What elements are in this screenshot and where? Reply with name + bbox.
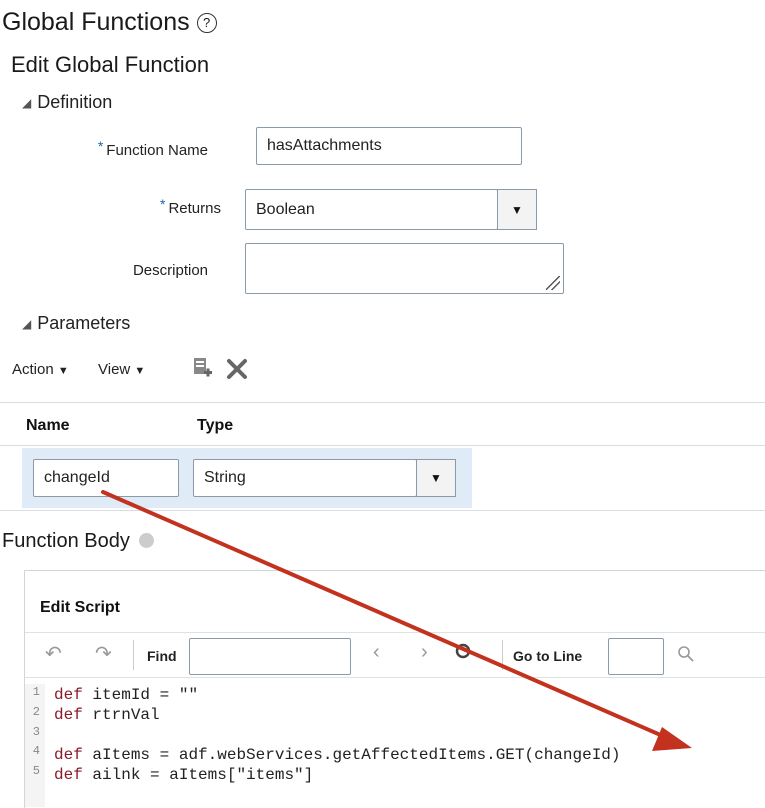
code-line[interactable]: def aItems = adf.webServices.getAffected…	[54, 746, 621, 764]
line-number: 2	[32, 705, 40, 719]
description-textarea[interactable]	[245, 243, 564, 294]
chevron-down-icon: ▼	[57, 365, 69, 377]
divider	[0, 510, 765, 511]
parameter-name-input[interactable]: changeId	[33, 459, 179, 497]
column-header-name[interactable]: Name	[26, 417, 70, 435]
find-next-icon[interactable]: ›	[421, 641, 428, 664]
line-number: 4	[32, 744, 40, 758]
help-icon[interactable]	[139, 533, 155, 548]
undo-icon[interactable]: ↶	[45, 641, 62, 666]
returns-dropdown-button[interactable]: ▼	[497, 189, 537, 230]
resize-handle-icon[interactable]	[546, 276, 560, 290]
go-to-line-label: Go to Line	[513, 648, 583, 664]
go-to-line-input[interactable]	[608, 638, 664, 675]
divider	[0, 445, 765, 446]
function-name-input[interactable]: hasAttachments	[256, 127, 522, 165]
chevron-down-icon: ▼	[134, 365, 146, 377]
find-label: Find	[147, 648, 177, 664]
required-icon: *	[97, 138, 104, 154]
help-icon[interactable]: ?	[196, 13, 217, 33]
form-title: Edit Global Function	[11, 52, 210, 77]
returns-select[interactable]: Boolean	[245, 189, 498, 230]
page-title: Global Functions?	[2, 8, 217, 37]
divider	[0, 402, 765, 403]
parameter-type-dropdown-button[interactable]: ▼	[416, 459, 456, 497]
find-previous-icon[interactable]: ‹	[373, 641, 380, 664]
add-row-icon[interactable]	[192, 356, 214, 385]
find-input[interactable]	[189, 638, 351, 675]
parameters-section-toggle[interactable]: ◢ Parameters	[22, 313, 130, 334]
search-icon[interactable]	[452, 640, 474, 667]
action-menu[interactable]: Action ▼	[12, 361, 69, 378]
redo-icon[interactable]: ↷	[95, 641, 112, 666]
function-name-label: * Function Name	[97, 138, 208, 159]
line-number: 3	[32, 725, 40, 739]
collapse-triangle-icon: ◢	[22, 317, 32, 331]
definition-section-toggle[interactable]: ◢ Definition	[22, 92, 112, 113]
chevron-down-icon: ▼	[430, 471, 442, 485]
code-line[interactable]: def itemId = ""	[54, 686, 198, 704]
code-line[interactable]: def rtrnVal	[54, 706, 160, 724]
parameter-type-select[interactable]: String	[193, 459, 417, 497]
search-icon[interactable]	[676, 644, 696, 669]
required-icon: *	[160, 196, 166, 212]
code-line[interactable]: def ailnk = aItems["items"]	[54, 766, 313, 784]
edit-script-title: Edit Script	[40, 599, 121, 616]
line-number: 1	[32, 685, 40, 699]
delete-icon[interactable]	[226, 358, 248, 385]
collapse-triangle-icon: ◢	[22, 96, 32, 110]
function-body-title: Function Body	[2, 530, 155, 553]
description-label: Description	[132, 262, 208, 279]
view-menu[interactable]: View ▼	[98, 361, 145, 378]
column-header-type[interactable]: Type	[197, 417, 233, 435]
toolbar-separator	[502, 640, 503, 670]
chevron-down-icon: ▼	[511, 202, 523, 217]
line-number: 5	[32, 764, 40, 778]
toolbar-separator	[133, 640, 134, 670]
returns-label: * Returns	[160, 196, 221, 217]
